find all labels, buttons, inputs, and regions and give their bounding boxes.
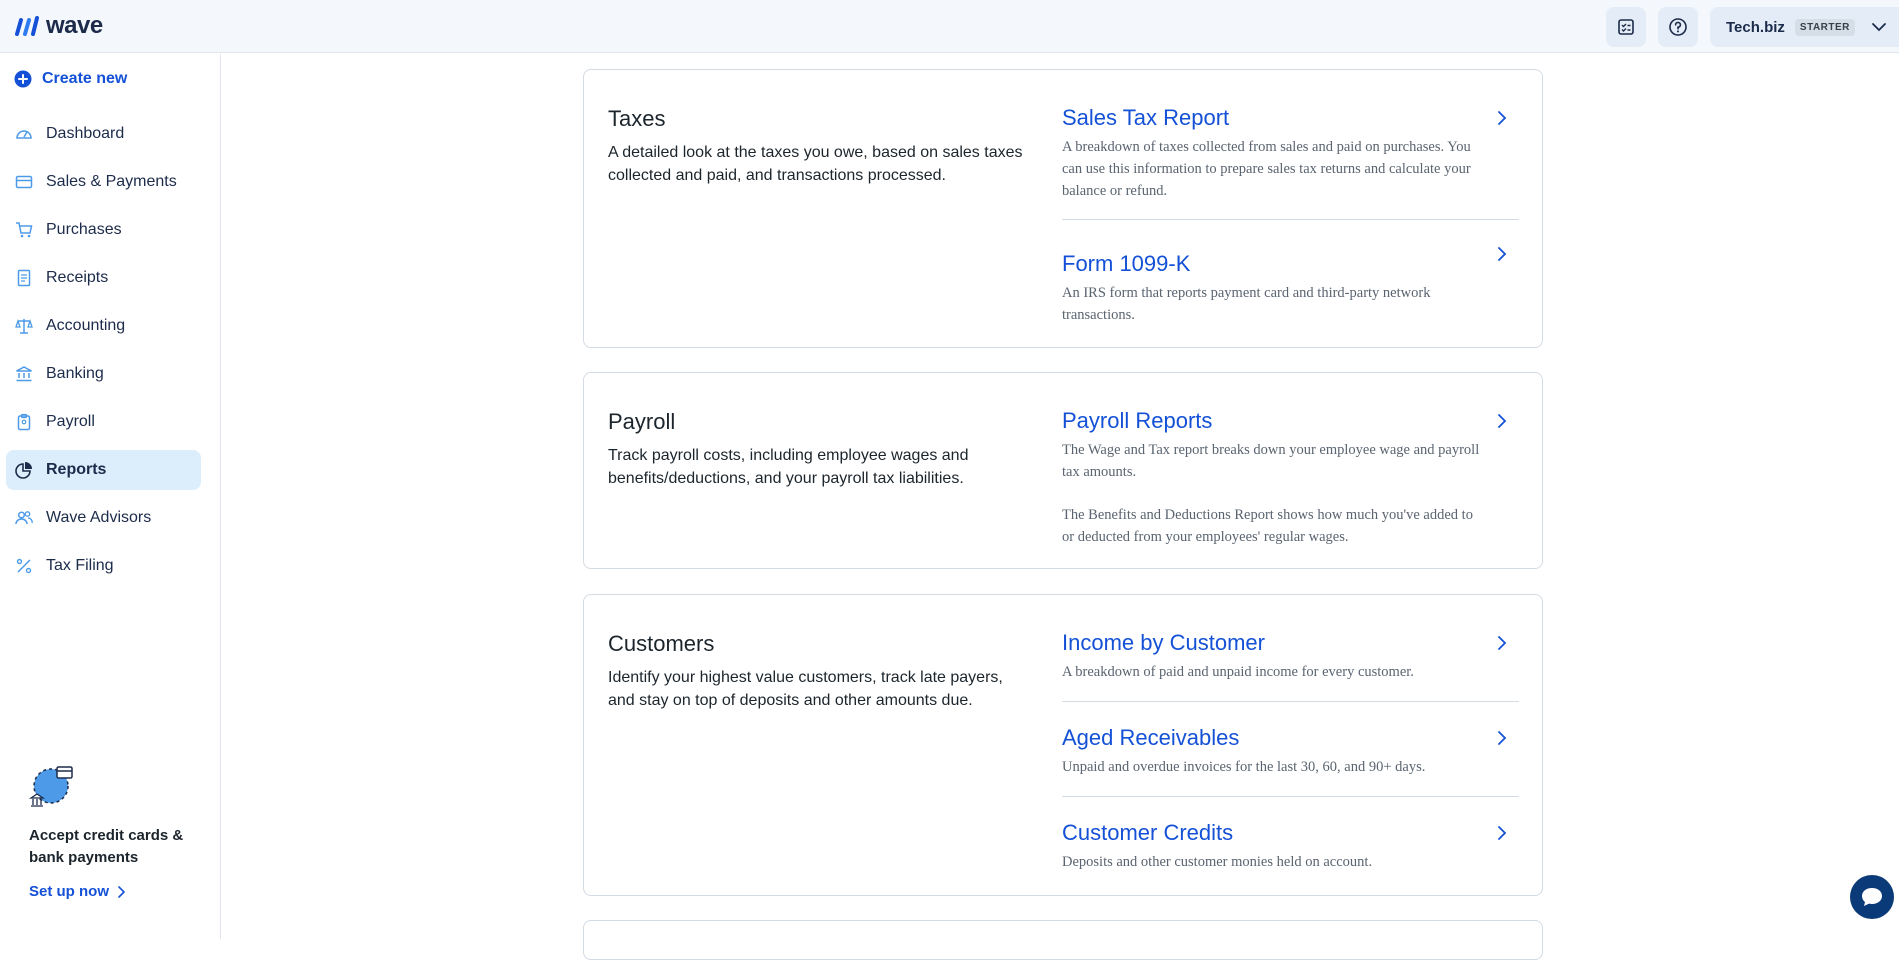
cart-icon bbox=[14, 220, 34, 240]
plan-badge: STARTER bbox=[1794, 18, 1855, 36]
report-description: Unpaid and overdue invoices for the last… bbox=[1062, 759, 1426, 775]
report-title: Sales Tax Report bbox=[1062, 105, 1230, 130]
report-description: Deposits and other customer monies held … bbox=[1062, 854, 1373, 870]
chevron-down-icon bbox=[1872, 23, 1886, 32]
report-title: Income by Customer bbox=[1062, 630, 1265, 655]
sidebar-item-sales-payments[interactable]: Sales & Payments bbox=[6, 162, 201, 202]
section-title: Customers bbox=[608, 631, 715, 656]
sidebar-item-receipts[interactable]: Receipts bbox=[6, 258, 201, 298]
report-description: The Wage and Tax report breaks down your… bbox=[1062, 442, 1480, 480]
help-button[interactable] bbox=[1658, 7, 1698, 47]
section-description: A detailed look at the taxes you owe, ba… bbox=[608, 144, 1023, 184]
next-section-card bbox=[583, 920, 1543, 960]
wave-logo-icon bbox=[15, 16, 39, 36]
customer-credits-link[interactable]: Customer Credits Deposits and other cust… bbox=[1062, 819, 1519, 873]
sidebar-item-tax-filing[interactable]: Tax Filing bbox=[6, 546, 201, 586]
sidebar-item-label: Reports bbox=[46, 461, 107, 478]
sidebar-item-label: Wave Advisors bbox=[46, 509, 152, 526]
report-description: A breakdown of paid and unpaid income fo… bbox=[1062, 664, 1414, 680]
chevron-right-icon bbox=[1498, 731, 1507, 745]
sidebar-item-label: Purchases bbox=[46, 221, 122, 238]
sidebar-item-banking[interactable]: Banking bbox=[6, 354, 201, 394]
card-icon bbox=[14, 172, 34, 192]
sidebar-item-wave-advisors[interactable]: Wave Advisors bbox=[6, 498, 201, 538]
receipt-icon bbox=[14, 268, 34, 288]
divider bbox=[1062, 701, 1519, 702]
chevron-right-icon bbox=[1498, 826, 1507, 840]
chat-bubble-icon bbox=[1862, 888, 1882, 906]
scale-icon bbox=[14, 316, 34, 336]
report-title: Aged Receivables bbox=[1062, 725, 1240, 750]
customers-section-card: Customers Identify your highest value cu… bbox=[583, 594, 1543, 896]
checklist-button[interactable] bbox=[1606, 7, 1646, 47]
section-description: Track payroll costs, including employee … bbox=[608, 447, 969, 487]
taxes-section-card: Taxes A detailed look at the taxes you o… bbox=[583, 69, 1543, 348]
sidebar-item-label: Banking bbox=[46, 365, 104, 382]
sidebar-item-payroll[interactable]: Payroll bbox=[6, 402, 201, 442]
chevron-right-icon bbox=[118, 885, 125, 898]
aged-receivables-link[interactable]: Aged Receivables Unpaid and overdue invo… bbox=[1062, 724, 1519, 778]
pie-chart-icon bbox=[14, 460, 34, 480]
sidebar-item-purchases[interactable]: Purchases bbox=[6, 210, 201, 250]
divider bbox=[1062, 219, 1519, 220]
logo-text: wave bbox=[46, 12, 103, 39]
sales-tax-report-link[interactable]: Sales Tax Report A breakdown of taxes co… bbox=[1062, 104, 1519, 202]
top-bar: wave Tech.biz STARTER bbox=[0, 0, 1899, 53]
promo-title: Accept credit cards & bank payments bbox=[29, 827, 184, 866]
report-title: Payroll Reports bbox=[1062, 408, 1213, 433]
report-description-secondary: The Benefits and Deductions Report shows… bbox=[1062, 507, 1473, 545]
checklist-icon bbox=[1618, 19, 1634, 35]
business-switcher[interactable]: Tech.biz STARTER bbox=[1710, 7, 1899, 47]
clipboard-icon bbox=[14, 412, 34, 432]
chat-button[interactable] bbox=[1850, 875, 1894, 919]
plus-circle-icon bbox=[14, 70, 32, 88]
report-title: Form 1099-K bbox=[1062, 251, 1191, 276]
wave-logo[interactable]: wave bbox=[14, 12, 103, 39]
section-title: Taxes bbox=[608, 106, 666, 131]
form-1099k-link[interactable]: Form 1099-K An IRS form that reports pay… bbox=[1062, 247, 1519, 326]
set-up-now-link[interactable]: Set up now bbox=[29, 883, 209, 900]
sidebar-item-accounting[interactable]: Accounting bbox=[6, 306, 201, 346]
sidebar-item-label: Sales & Payments bbox=[46, 173, 177, 190]
people-icon bbox=[14, 508, 34, 528]
sidebar-item-label: Dashboard bbox=[46, 125, 125, 142]
help-icon bbox=[1669, 18, 1687, 36]
create-new-button[interactable]: Create new bbox=[14, 70, 127, 88]
chevron-right-icon bbox=[1498, 247, 1507, 261]
report-title: Customer Credits bbox=[1062, 820, 1234, 845]
sidebar-item-dashboard[interactable]: Dashboard bbox=[6, 114, 201, 154]
percent-icon bbox=[14, 556, 34, 576]
sidebar-item-reports[interactable]: Reports bbox=[6, 450, 201, 490]
dashboard-icon bbox=[14, 124, 34, 144]
sidebar-item-label: Receipts bbox=[46, 269, 109, 286]
payments-promo: Accept credit cards & bank payments Set … bbox=[28, 764, 209, 900]
section-title: Payroll bbox=[608, 409, 676, 434]
sidebar-item-label: Tax Filing bbox=[46, 557, 114, 574]
chevron-right-icon bbox=[1498, 414, 1507, 428]
payments-illustration-icon bbox=[28, 766, 73, 807]
chevron-right-icon bbox=[1498, 111, 1507, 125]
sidebar-item-label: Accounting bbox=[46, 317, 126, 334]
payroll-section-card: Payroll Track payroll costs, including e… bbox=[583, 372, 1543, 569]
income-by-customer-link[interactable]: Income by Customer A breakdown of paid a… bbox=[1062, 629, 1519, 683]
business-name: Tech.biz bbox=[1726, 18, 1785, 36]
set-up-now-label: Set up now bbox=[29, 883, 109, 900]
chevron-right-icon bbox=[1498, 636, 1507, 650]
payroll-reports-link[interactable]: Payroll Reports The Wage and Tax report … bbox=[1062, 407, 1519, 548]
sidebar-item-label: Payroll bbox=[46, 413, 95, 430]
sidebar: Create new Dashboard Sales & Payments Pu… bbox=[0, 54, 221, 939]
divider bbox=[1062, 796, 1519, 797]
section-description: Identify your highest value customers, t… bbox=[608, 669, 1003, 709]
bank-icon bbox=[14, 364, 34, 384]
report-description: A breakdown of taxes collected from sale… bbox=[1062, 139, 1471, 199]
create-new-label: Create new bbox=[42, 70, 128, 87]
report-description: An IRS form that reports payment card an… bbox=[1062, 285, 1431, 323]
